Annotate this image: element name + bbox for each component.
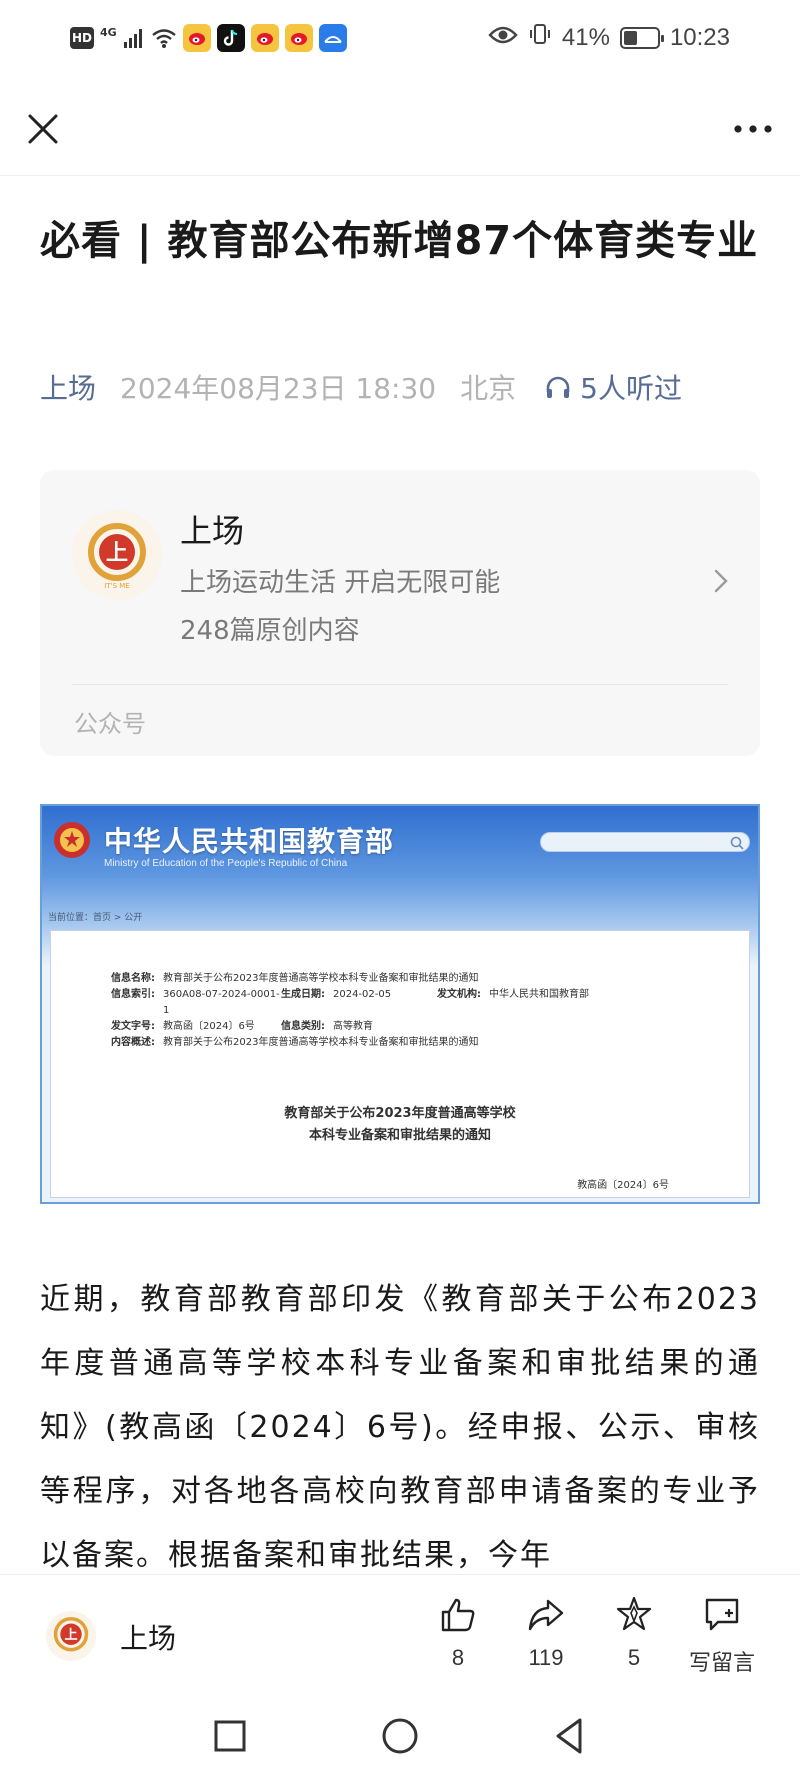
- account-card[interactable]: 上 IT'S ME 上场 上场运动生活 开启无限可能 248篇原创内容 公众号: [40, 470, 760, 756]
- home-button[interactable]: [378, 1714, 422, 1758]
- hd-icon: HD: [70, 27, 94, 49]
- listen-count: 5人听过: [580, 372, 682, 405]
- info-label: 信息类别:: [281, 1021, 325, 1032]
- info-value: 中华人民共和国教育部: [489, 989, 589, 1000]
- info-value: 2024-02-05: [333, 989, 392, 1000]
- app-icon: [318, 24, 347, 52]
- comment-label: 写留言: [688, 1650, 755, 1675]
- network-type: 4G: [100, 25, 117, 39]
- bottom-action-bar: 上 上场 8 119 5 写留言: [0, 1574, 800, 1692]
- account-description: 上场运动生活 开启无限可能: [180, 568, 501, 598]
- favorite-count: 5: [627, 1645, 641, 1670]
- tiktok-icon: [216, 24, 245, 52]
- share-count: 119: [528, 1645, 564, 1670]
- logo-text: 上: [106, 541, 128, 566]
- status-left: HD 4G: [70, 24, 347, 52]
- weibo-icon: [284, 24, 313, 52]
- comment-button[interactable]: 写留言: [682, 1595, 762, 1677]
- thumbs-up-icon: [441, 1598, 475, 1632]
- share-button[interactable]: 119: [506, 1595, 586, 1671]
- comment-icon: [705, 1598, 739, 1631]
- account-avatar: 上 IT'S ME: [72, 510, 162, 600]
- system-navigation-bar: [0, 1692, 800, 1778]
- article-title: 必看 | 教育部公布新增87个体育类专业: [40, 218, 759, 264]
- more-button[interactable]: [728, 106, 778, 152]
- info-label: 发文机构:: [437, 989, 481, 1000]
- back-button[interactable]: [548, 1714, 592, 1758]
- info-label: 信息索引:: [111, 989, 155, 1000]
- search-icon: [730, 836, 744, 850]
- doc-heading-line: 本科专业备案和审批结果的通知: [308, 1128, 491, 1143]
- battery-icon: [619, 26, 664, 49]
- close-button[interactable]: [20, 106, 66, 152]
- doc-heading: 教育部关于公布2023年度普通高等学校 本科专业备案和审批结果的通知: [51, 1103, 749, 1147]
- info-row: 内容概述: 教育部关于公布2023年度普通高等学校本科专业备案和审批结果的通知: [111, 1035, 589, 1051]
- original-count: 248篇原创内容: [180, 616, 360, 646]
- card-divider: [72, 684, 728, 685]
- national-emblem-icon: [54, 822, 90, 858]
- close-icon: [28, 114, 58, 144]
- info-label: 生成日期:: [281, 989, 325, 1000]
- wifi-icon: [151, 24, 177, 52]
- article-image[interactable]: 中华人民共和国教育部 Ministry of Education of the …: [40, 804, 760, 1204]
- doc-info-table: 信息名称: 教育部关于公布2023年度普通高等学校本科专业备案和审批结果的通知 …: [111, 971, 589, 1051]
- account-type: 公众号: [74, 710, 146, 738]
- weibo-icon: [250, 24, 279, 52]
- doc-panel: 信息名称: 教育部关于公布2023年度普通高等学校本科专业备案和审批结果的通知 …: [50, 930, 750, 1198]
- like-count: 8: [451, 1645, 465, 1670]
- recents-button[interactable]: [208, 1714, 252, 1758]
- info-label: 内容概述:: [111, 1037, 155, 1048]
- square-icon: [214, 1720, 246, 1752]
- battery-percent: 41%: [561, 23, 610, 51]
- info-value: 高等教育: [333, 1021, 373, 1032]
- info-label: 信息名称:: [111, 973, 155, 984]
- info-row: 信息名称: 教育部关于公布2023年度普通高等学校本科专业备案和审批结果的通知: [111, 971, 589, 987]
- site-breadcrumb: 当前位置：首页 > 公开: [48, 913, 143, 923]
- info-label: 发文字号:: [111, 1021, 155, 1032]
- publish-date: 2024年08月23日 18:30: [120, 372, 437, 405]
- nav-bar: [0, 82, 800, 176]
- favorite-button[interactable]: 5: [594, 1595, 674, 1671]
- info-row: 发文字号: 教高函〔2024〕6号 信息类别: 高等教育: [111, 1019, 589, 1035]
- site-search-box: [540, 832, 750, 852]
- like-button[interactable]: 8: [418, 1595, 498, 1671]
- doc-heading-line: 教育部关于公布2023年度普通高等学校: [284, 1106, 516, 1121]
- site-subtitle: Ministry of Education of the People's Re…: [104, 858, 348, 869]
- publish-location: 北京: [460, 372, 517, 405]
- more-icon: [734, 125, 772, 133]
- info-value: 教高函〔2024〕6号: [163, 1021, 255, 1032]
- signal-icon: [123, 24, 145, 52]
- status-bar: HD 4G 41% 10:23: [0, 0, 800, 82]
- author-link[interactable]: 上场: [40, 367, 96, 407]
- info-value: 360A08-07-2024-0001-1: [163, 989, 280, 1016]
- article-meta: 上场 2024年08月23日 18:30 北京 5人听过: [40, 367, 682, 407]
- logo-text: 上: [64, 1627, 77, 1643]
- info-value: 教育部关于公布2023年度普通高等学校本科专业备案和审批结果的通知: [163, 973, 479, 984]
- circle-icon: [382, 1718, 418, 1754]
- status-right: 41% 10:23: [488, 22, 730, 53]
- account-logo-icon: 上: [53, 1616, 89, 1652]
- eye-icon: [488, 24, 518, 52]
- triangle-back-icon: [556, 1718, 582, 1754]
- account-logo-icon: 上 IT'S ME: [88, 523, 146, 590]
- footer-avatar[interactable]: 上: [46, 1611, 96, 1661]
- headphones-icon: [546, 376, 570, 398]
- info-value: 教育部关于公布2023年度普通高等学校本科专业备案和审批结果的通知: [163, 1037, 479, 1048]
- battery-level: [623, 30, 637, 45]
- account-name: 上场: [180, 512, 245, 550]
- footer-account-name[interactable]: 上场: [120, 1617, 176, 1657]
- info-row: 信息索引: 360A08-07-2024-0001-1 生成日期: 2024-0…: [111, 987, 589, 1019]
- clock: 10:23: [669, 23, 730, 51]
- star-icon: [616, 1596, 652, 1631]
- vibrate-icon: [528, 22, 552, 53]
- site-title: 中华人民共和国教育部: [104, 825, 395, 858]
- weibo-icon: [182, 24, 211, 52]
- doc-number: 教高函〔2024〕6号: [577, 1180, 669, 1191]
- logo-caption: IT'S ME: [104, 582, 129, 590]
- article-body: 近期，教育部教育部印发《教育部关于公布2023年度普通高等学校本科专业备案和审批…: [40, 1282, 760, 1573]
- chevron-right-icon: [714, 569, 728, 593]
- share-icon: [528, 1599, 564, 1631]
- listen-button[interactable]: 5人听过: [544, 367, 682, 407]
